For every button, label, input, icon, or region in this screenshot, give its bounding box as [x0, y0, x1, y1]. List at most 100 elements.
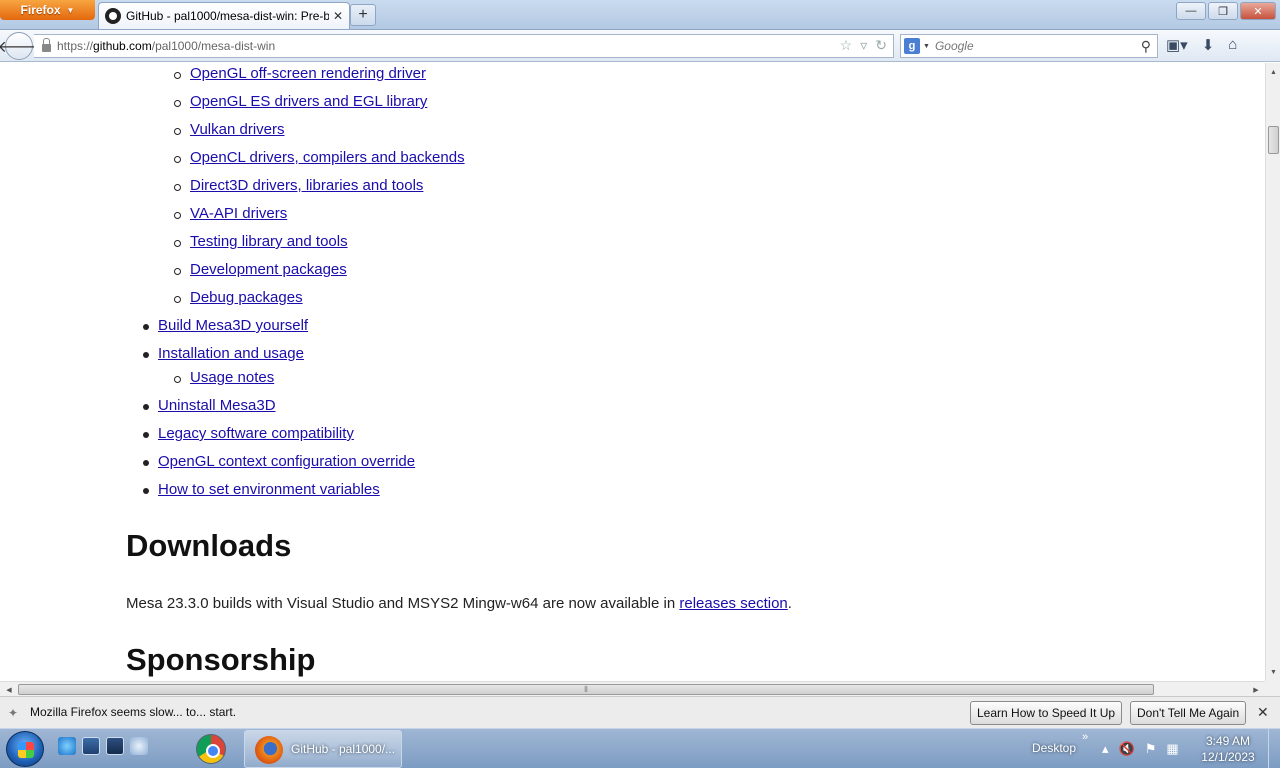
- scroll-right-icon[interactable]: ▶: [1249, 682, 1263, 697]
- downloads-period: .: [787, 595, 792, 612]
- bookmarks-menu-icon[interactable]: ▣▾: [1166, 36, 1188, 54]
- scroll-up-icon[interactable]: ▲: [1266, 65, 1280, 79]
- taskbar-firefox-window[interactable]: GitHub - pal1000/...: [244, 730, 402, 768]
- toolbar-expand-icon[interactable]: »: [1082, 731, 1088, 743]
- toc-link-context-override[interactable]: OpenGL context configuration override: [158, 453, 415, 470]
- scrollbar-corner: [1265, 681, 1280, 696]
- bullet-circle: [174, 184, 181, 191]
- bullet-circle: [174, 376, 181, 383]
- toc-link-gles-egl[interactable]: OpenGL ES drivers and EGL library: [190, 93, 427, 110]
- downloads-text: Mesa 23.3.0 builds with Visual Studio an…: [126, 595, 680, 612]
- search-bar[interactable]: g ▼ Google ⚲: [900, 34, 1158, 58]
- downloads-heading: Downloads: [126, 528, 292, 563]
- window-switcher-icon[interactable]: [106, 737, 124, 755]
- scroll-left-icon[interactable]: ◀: [2, 682, 16, 697]
- clock[interactable]: 3:49 AM 12/1/2023: [1198, 733, 1258, 765]
- toc-link-testing[interactable]: Testing library and tools: [190, 233, 348, 250]
- action-center-icon[interactable]: ⚑: [1145, 741, 1157, 757]
- url-bar-icons: ☆ ▿ ↻: [840, 37, 887, 54]
- lock-icon: [42, 38, 51, 52]
- bullet-circle: [174, 212, 181, 219]
- volume-muted-icon[interactable]: 🔇: [1119, 741, 1135, 757]
- toc-link-debug-packages[interactable]: Debug packages: [190, 289, 303, 306]
- bullet-circle: [174, 156, 181, 163]
- bookmark-star-icon[interactable]: ☆: [840, 37, 853, 54]
- downloads-icon[interactable]: ⬇: [1202, 36, 1215, 54]
- tray-expand-icon[interactable]: ▴: [1102, 741, 1109, 757]
- bullet-circle: [174, 296, 181, 303]
- notification-bar: ✦ Mozilla Firefox seems slow... to... st…: [0, 696, 1280, 728]
- tab-title: GitHub - pal1000/mesa-dist-win: Pre-bu..…: [126, 9, 329, 23]
- scroll-down-icon[interactable]: ▼: [1266, 665, 1280, 679]
- minimize-button[interactable]: —: [1176, 2, 1206, 20]
- window-controls: — ❐ ✕: [1176, 2, 1276, 20]
- firefox-menu-button[interactable]: Firefox ▼: [0, 0, 95, 20]
- show-desktop-button[interactable]: [1268, 729, 1280, 768]
- home-icon[interactable]: ⌂: [1228, 36, 1237, 54]
- bullet-disc: [143, 460, 149, 466]
- firefox-menu-label: Firefox: [20, 3, 61, 17]
- bullet-circle: [174, 240, 181, 247]
- navigation-bar: 🡐 https://github.com/pal1000/mesa-dist-w…: [0, 30, 1280, 62]
- history-dropdown-icon[interactable]: ▿: [860, 37, 867, 54]
- github-icon: [105, 8, 121, 24]
- downloads-paragraph: Mesa 23.3.0 builds with Visual Studio an…: [126, 595, 792, 612]
- network-shortcut-icon[interactable]: [130, 737, 148, 755]
- horizontal-scroll-thumb[interactable]: ⦀: [18, 684, 1154, 695]
- chrome-icon[interactable]: [196, 734, 226, 764]
- tab-close-icon[interactable]: ✕: [333, 9, 343, 23]
- google-engine-icon[interactable]: g: [904, 38, 920, 54]
- engine-dropdown-icon[interactable]: ▼: [923, 43, 930, 50]
- sponsorship-heading: Sponsorship: [126, 642, 316, 677]
- chevron-down-icon: ▼: [66, 5, 75, 15]
- restore-button[interactable]: ❐: [1208, 2, 1238, 20]
- clock-date: 12/1/2023: [1201, 750, 1255, 764]
- url-scheme: https://: [57, 39, 94, 53]
- toc-link-uninstall[interactable]: Uninstall Mesa3D: [158, 397, 276, 414]
- desktop-toolbar-label[interactable]: Desktop: [1032, 741, 1076, 755]
- browser-tab[interactable]: GitHub - pal1000/mesa-dist-win: Pre-bu..…: [98, 2, 350, 29]
- toc-link-build[interactable]: Build Mesa3D yourself: [158, 317, 308, 334]
- start-button[interactable]: [6, 731, 44, 767]
- toc-link-offscreen-driver[interactable]: OpenGL off-screen rendering driver: [190, 65, 426, 82]
- bullet-circle: [174, 72, 181, 79]
- search-icon[interactable]: ⚲: [1141, 38, 1151, 55]
- toolbar-buttons: ▣▾ ⬇ ⌂: [1166, 36, 1237, 54]
- learn-speed-button[interactable]: Learn How to Speed It Up: [970, 701, 1123, 725]
- internet-explorer-icon[interactable]: [58, 737, 76, 755]
- notification-icon: ✦: [8, 706, 19, 720]
- bullet-disc: [143, 488, 149, 494]
- close-window-button[interactable]: ✕: [1240, 2, 1276, 20]
- back-button[interactable]: 🡐: [0, 32, 40, 60]
- reload-icon[interactable]: ↻: [875, 37, 887, 54]
- search-input[interactable]: Google: [935, 39, 1141, 53]
- notification-close-icon[interactable]: ✕: [1257, 704, 1269, 721]
- show-desktop-icon[interactable]: [82, 737, 100, 755]
- toc-link-dev-packages[interactable]: Development packages: [190, 261, 347, 278]
- toc-link-legacy[interactable]: Legacy software compatibility: [158, 425, 354, 442]
- vertical-scroll-thumb[interactable]: [1268, 126, 1279, 154]
- toc-link-installation[interactable]: Installation and usage: [158, 345, 304, 362]
- toc-link-vulkan[interactable]: Vulkan drivers: [190, 121, 284, 138]
- horizontal-scrollbar[interactable]: ◀ ⦀ ▶: [0, 681, 1265, 696]
- url-bar[interactable]: https://github.com/pal1000/mesa-dist-win…: [34, 34, 894, 58]
- taskbar: GitHub - pal1000/... Desktop » ▴ 🔇 ⚑ ▦ 3…: [0, 728, 1280, 768]
- dont-tell-button[interactable]: Don't Tell Me Again: [1130, 701, 1247, 725]
- toc-link-opencl[interactable]: OpenCL drivers, compilers and backends: [190, 149, 465, 166]
- new-tab-button[interactable]: +: [350, 4, 376, 26]
- notification-text: Mozilla Firefox seems slow... to... star…: [30, 705, 237, 719]
- bullet-circle: [174, 128, 181, 135]
- page-content: OpenGL off-screen rendering driver OpenG…: [0, 63, 1265, 681]
- vertical-scrollbar[interactable]: ▲ ▼: [1265, 63, 1280, 681]
- url-host: github.com: [93, 39, 152, 53]
- toc-link-usage-notes[interactable]: Usage notes: [190, 369, 274, 386]
- toc-link-env-vars[interactable]: How to set environment variables: [158, 481, 380, 498]
- toc-link-va-api[interactable]: VA-API drivers: [190, 205, 287, 222]
- bullet-disc: [143, 352, 149, 358]
- taskbar-window-label: GitHub - pal1000/...: [291, 742, 396, 756]
- network-icon[interactable]: ▦: [1166, 741, 1178, 757]
- releases-section-link[interactable]: releases section: [679, 595, 787, 612]
- toc-link-direct3d[interactable]: Direct3D drivers, libraries and tools: [190, 177, 423, 194]
- bullet-disc: [143, 404, 149, 410]
- bullet-circle: [174, 268, 181, 275]
